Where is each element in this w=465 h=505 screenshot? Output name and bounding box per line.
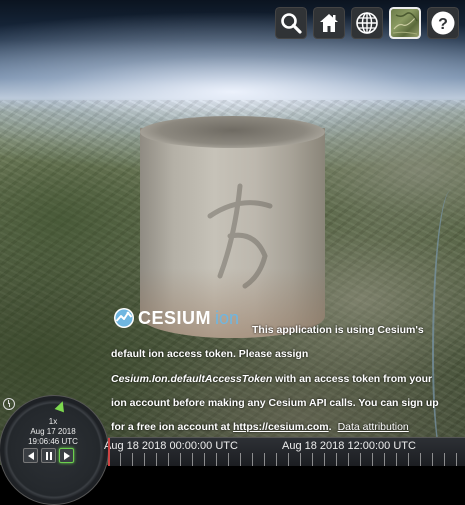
timeline-ticks <box>108 453 465 466</box>
access-token-property: Cesium.Ion.defaultAccessToken <box>111 372 273 385</box>
pause-icon <box>45 451 52 460</box>
data-attribution-link[interactable]: Data attribution <box>338 421 409 433</box>
message-line-2: default ion access token. Please assign <box>111 348 309 361</box>
search-icon <box>281 13 302 34</box>
imagery-layer-icon <box>392 12 418 35</box>
geocoder-button[interactable] <box>275 7 307 39</box>
timeline[interactable]: Aug 18 2018 00:00:00 UTC Aug 18 2018 12:… <box>104 437 465 466</box>
svg-text:?: ? <box>438 16 448 33</box>
playback-speed: 1x <box>48 417 58 426</box>
toolbar: ? <box>275 7 459 39</box>
cylinder-top <box>140 116 325 148</box>
animation-clock-readout: 1x Aug 17 2018 19:06:46 UTC <box>13 417 93 447</box>
home-icon <box>320 14 338 32</box>
scene-mode-button[interactable] <box>351 7 383 39</box>
globe-icon <box>356 12 378 34</box>
default-token-message: This application is using Cesium's defau… <box>111 318 463 439</box>
timeline-labels: Aug 18 2018 00:00:00 UTC Aug 18 2018 12:… <box>104 440 465 452</box>
base-layer-picker-button[interactable] <box>389 7 421 39</box>
play-forward-button[interactable] <box>59 448 74 463</box>
current-time: 19:06:46 UTC <box>28 437 78 446</box>
help-button[interactable]: ? <box>427 7 459 39</box>
cesium-link[interactable]: https://cesium.com <box>233 421 329 433</box>
timeline-label-2: Aug 18 2018 12:00:00 UTC <box>282 440 416 452</box>
cylinder-calligraphy-texture <box>207 183 273 289</box>
message-line-1: This application is using Cesium's <box>252 324 424 336</box>
home-button[interactable] <box>313 7 345 39</box>
message-line-4: ion account before making any Cesium API… <box>111 396 439 409</box>
timeline-label-1: Aug 18 2018 00:00:00 UTC <box>104 440 238 452</box>
current-date: Aug 17 2018 <box>30 427 76 436</box>
playback-controls <box>23 448 74 463</box>
message-line-3: with an access token from your <box>272 372 433 385</box>
help-icon: ? <box>431 11 455 35</box>
play-forward-icon <box>63 451 70 460</box>
play-reverse-button[interactable] <box>23 448 38 463</box>
message-line-5-end: . <box>328 421 332 434</box>
animation-widget: 1x Aug 17 2018 19:06:46 UTC <box>0 395 109 505</box>
pause-button[interactable] <box>41 448 56 463</box>
timeline-current-time-needle[interactable] <box>108 438 110 466</box>
play-reverse-icon <box>27 451 34 460</box>
message-line-5: for a free ion account at <box>111 421 233 434</box>
